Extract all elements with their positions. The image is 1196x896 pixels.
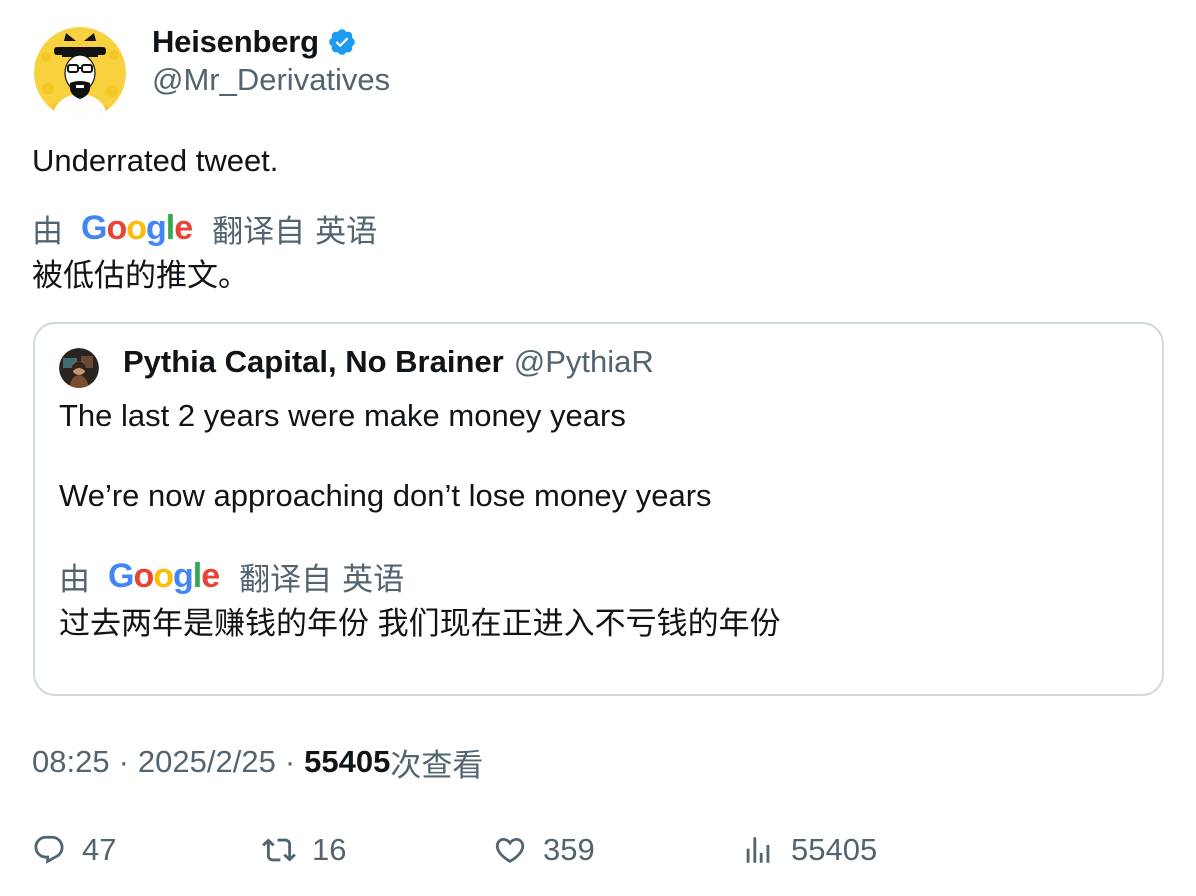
pythia-avatar-icon [59,348,99,388]
quoted-translated-text: 过去两年是赚钱的年份 我们现在正进入不亏钱的年份 [59,606,781,641]
quoted-author-avatar[interactable] [59,348,99,388]
translated-from-label: 翻译自 [212,213,306,249]
tweet-meta: 08:25 · 2025/2/25 · 55405 次查看 [32,742,484,783]
translated-by-label: 由 [32,213,63,249]
verified-badge-icon[interactable] [327,27,357,57]
reply-icon [34,835,64,864]
tweet-text: Underrated tweet. [32,143,279,178]
meta-separator: · [118,744,129,779]
quoted-author-handle[interactable]: @PythiaR [514,344,654,380]
heisenberg-avatar-icon [34,27,126,119]
like-button[interactable]: 359 [493,830,595,870]
google-logo[interactable]: Google [81,209,193,248]
source-language: 英语 [342,561,405,597]
translated-from-label: 翻译自 [239,561,333,597]
tweet-date[interactable]: 2025/2/25 [138,744,276,780]
reply-count: 47 [82,832,117,867]
quoted-text-line: We’re now approaching don’t lose money y… [59,478,712,513]
meta-separator: · [284,744,296,779]
tweet-time[interactable]: 08:25 [32,744,110,780]
source-language: 英语 [315,213,378,249]
views-button[interactable]: 55405 [741,830,877,870]
analytics-icon [746,837,770,863]
translation-header: 由 Google 翻译自 英语 [32,208,378,249]
repost-count: 16 [312,832,347,867]
translated-by-label: 由 [59,561,90,597]
like-count: 359 [543,832,595,867]
quoted-translation-header: 由 Google 翻译自 英语 [59,556,405,597]
quoted-author-row: Pythia Capital, No Brainer @PythiaR [123,344,654,380]
google-logo[interactable]: Google [108,557,220,596]
views-label: 次查看 [390,747,484,783]
quoted-text-line: The last 2 years were make money years [59,398,626,433]
heart-icon [495,837,525,863]
translated-text: 被低估的推文。 [32,258,249,293]
views-action-count: 55405 [791,832,878,867]
reply-button[interactable]: 47 [32,830,116,870]
views-count: 55405 [304,744,391,779]
author-handle[interactable]: @Mr_Derivatives [152,62,390,98]
quoted-author-name[interactable]: Pythia Capital, No Brainer [123,344,504,380]
quoted-tweet-card[interactable]: Pythia Capital, No Brainer @PythiaR The … [33,322,1164,696]
repost-button[interactable]: 16 [262,830,346,870]
author-name-row[interactable]: Heisenberg [152,22,357,62]
repost-icon [262,838,296,862]
author-avatar[interactable] [34,27,126,119]
author-name[interactable]: Heisenberg [152,24,319,60]
